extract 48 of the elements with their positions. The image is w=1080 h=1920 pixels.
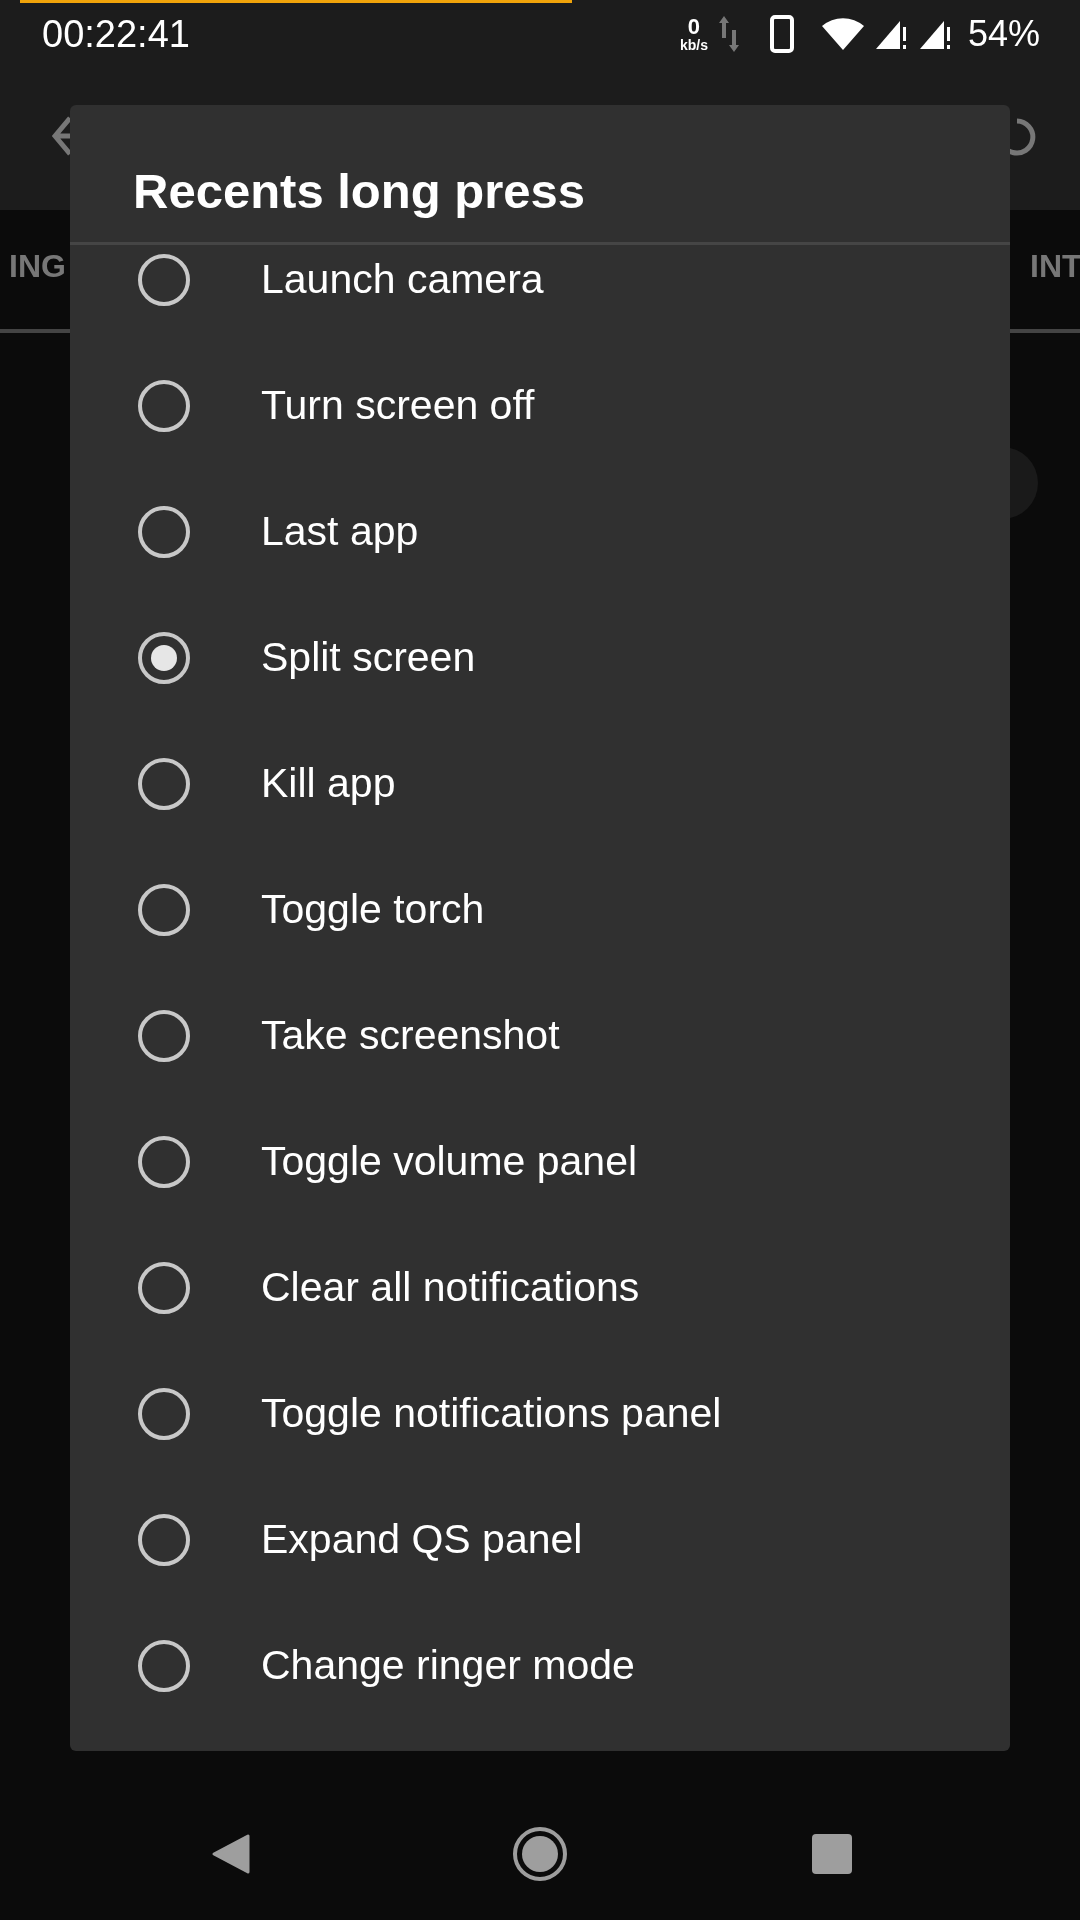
option-row[interactable]: Toggle torch — [70, 847, 1010, 973]
option-row[interactable]: Last app — [70, 469, 1010, 595]
wifi-icon — [821, 18, 864, 50]
option-row[interactable]: Split screen — [70, 595, 1010, 721]
radio-button[interactable] — [137, 757, 191, 811]
option-label: Launch camera — [261, 255, 544, 305]
radio-button[interactable] — [137, 253, 191, 307]
option-label: Turn screen off — [261, 381, 535, 431]
radio-button[interactable] — [137, 379, 191, 433]
option-row[interactable]: Kill app — [70, 721, 1010, 847]
radio-button[interactable] — [137, 1513, 191, 1567]
dialog-title: Recents long press — [133, 167, 586, 216]
network-speed-unit: kb/s — [679, 38, 708, 52]
radio-button[interactable] — [137, 1009, 191, 1063]
battery-percentage: 54% — [967, 12, 1040, 56]
option-row[interactable]: Change ringer mode — [70, 1603, 1010, 1729]
back-arrow-icon — [52, 116, 70, 156]
radio-button[interactable] — [137, 505, 191, 559]
option-label: Toggle notifications panel — [261, 1389, 722, 1439]
radio-button[interactable] — [137, 631, 191, 685]
option-row[interactable]: Expand QS panel — [70, 1477, 1010, 1603]
option-label: Change ringer mode — [261, 1641, 635, 1691]
radio-button[interactable] — [137, 1639, 191, 1693]
option-label: Clear all notifications — [261, 1263, 640, 1313]
back-icon[interactable] — [211, 1833, 251, 1875]
option-label: Kill app — [261, 759, 396, 809]
option-label: Toggle volume panel — [261, 1137, 638, 1187]
radio-button[interactable] — [137, 1261, 191, 1315]
radio-button[interactable] — [137, 883, 191, 937]
tab-label[interactable]: ING — [9, 250, 66, 282]
option-row[interactable]: Toggle volume panel — [70, 1099, 1010, 1225]
option-row[interactable]: Take screenshot — [70, 973, 1010, 1099]
radio-button[interactable] — [137, 1135, 191, 1189]
option-row[interactable]: Clear all notifications — [70, 1225, 1010, 1351]
option-label: Take screenshot — [261, 1011, 560, 1061]
clock-time: 00:22:41 — [42, 11, 190, 57]
option-label: Expand QS panel — [261, 1515, 583, 1565]
radio-button[interactable] — [137, 1387, 191, 1441]
option-row[interactable]: Turn screen off — [70, 343, 1010, 469]
network-speed: 0 — [687, 16, 701, 38]
data-arrows-icon — [717, 14, 740, 54]
option-row[interactable]: Toggle notifications panel — [70, 1351, 1010, 1477]
option-label: Split screen — [261, 633, 476, 683]
option-row[interactable]: Launch camera — [70, 245, 1010, 343]
phone-icon — [769, 15, 794, 53]
option-label: Last app — [261, 507, 419, 557]
home-icon[interactable] — [512, 1826, 568, 1882]
option-label: Toggle torch — [261, 885, 485, 935]
